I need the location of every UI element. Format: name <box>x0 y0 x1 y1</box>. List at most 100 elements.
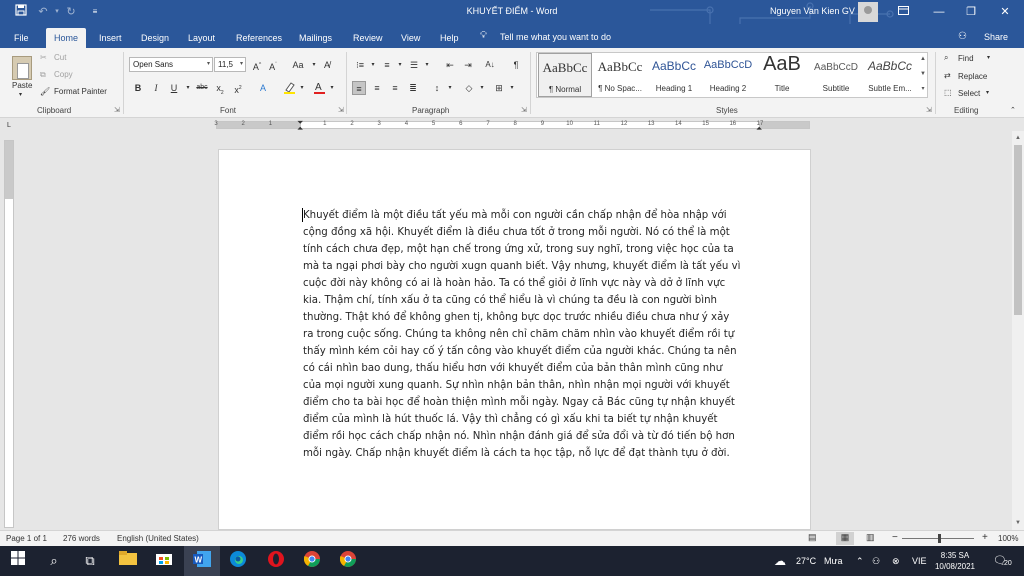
align-right-icon[interactable]: ≡ <box>388 81 402 95</box>
text-effects-icon[interactable]: A <box>256 81 270 95</box>
restore-icon[interactable]: ❐ <box>956 3 986 21</box>
right-indent-marker[interactable]: ⏶ <box>756 124 762 134</box>
change-case-icon[interactable]: Aa <box>289 58 307 72</box>
decrease-indent-icon[interactable]: ⇤ <box>443 58 457 72</box>
web-layout-icon[interactable]: ▥ <box>866 532 875 543</box>
increase-indent-icon[interactable]: ⇥ <box>461 58 475 72</box>
document-page[interactable]: Khuyết điểm là một điều tất yếu mà mỗi c… <box>218 149 811 530</box>
paste-icon[interactable] <box>12 56 32 80</box>
vertical-ruler[interactable] <box>4 140 14 528</box>
tab-view[interactable]: View <box>401 28 420 48</box>
font-launcher-icon[interactable]: ⇲ <box>338 106 344 114</box>
document-line[interactable]: điểm cho ta bài học để hoàn thiện mình m… <box>303 394 761 411</box>
lightbulb-icon[interactable]: 💡︎ <box>480 30 487 41</box>
find-button[interactable]: Find <box>958 54 974 63</box>
network-icon[interactable]: ⚇ <box>872 556 880 567</box>
task-view-icon[interactable]: ⧉ <box>80 551 100 571</box>
document-line[interactable]: ra trong cuộc sống. Chúng ta không nên c… <box>303 326 761 343</box>
align-center-icon[interactable]: ≡ <box>370 81 384 95</box>
system-clock[interactable]: 8:35 SA 10/08/2021 <box>930 550 980 572</box>
format-painter-button[interactable]: Format Painter <box>54 87 107 96</box>
tab-help[interactable]: Help <box>440 28 459 48</box>
document-line[interactable]: của mọi người xung quanh. Sự nhìn nhận b… <box>303 377 761 394</box>
show-formatting-marks-icon[interactable]: ¶ <box>509 58 523 72</box>
close-icon[interactable]: ✕ <box>990 3 1020 21</box>
read-mode-icon[interactable]: ▤ <box>808 532 817 543</box>
tell-me-search[interactable]: Tell me what you want to do <box>500 32 611 42</box>
style-heading-2[interactable]: AaBbCcD Heading 2 <box>701 53 755 97</box>
style-heading-1[interactable]: AaBbCc Heading 1 <box>647 53 701 97</box>
zoom-slider-thumb[interactable] <box>938 534 941 543</box>
font-color-icon[interactable]: A <box>312 81 326 95</box>
numbering-icon[interactable]: ≡ <box>380 58 394 72</box>
document-line[interactable]: cuộc đời này không có ai là hoàn hảo. Ta… <box>303 275 761 292</box>
change-case-dropdown-icon[interactable]: ▾ <box>307 58 321 72</box>
document-line[interactable]: thấy mình kém cỏi hay cố ý tấn công vào … <box>303 343 761 360</box>
select-dropdown-icon[interactable]: ▾ <box>986 89 989 96</box>
chevron-down-icon[interactable]: ▼ <box>918 67 928 82</box>
document-line[interactable]: mà ta ngại phơi bày cho người xugn quanh… <box>303 258 761 275</box>
tab-mailings[interactable]: Mailings <box>299 28 332 48</box>
style-subtitle[interactable]: AaBbCcD Subtitle <box>809 53 863 97</box>
weather-description[interactable]: Mưa <box>824 556 843 566</box>
copy-button[interactable]: Copy <box>54 70 73 79</box>
align-left-icon[interactable]: ≡ <box>352 81 366 95</box>
highlight-icon[interactable] <box>282 81 296 95</box>
weather-icon[interactable]: ☁ <box>770 551 790 571</box>
select-button[interactable]: Select <box>958 89 980 98</box>
word-count[interactable]: 276 words <box>63 534 100 543</box>
share-button[interactable]: Share <box>984 32 1008 42</box>
tab-layout[interactable]: Layout <box>188 28 215 48</box>
document-line[interactable]: thường. Thật khó để không ghen tị, không… <box>303 309 761 326</box>
clipboard-launcher-icon[interactable]: ⇲ <box>114 106 120 114</box>
opera-icon[interactable] <box>266 551 286 571</box>
superscript-icon[interactable]: x2 <box>231 81 245 95</box>
language-indicator[interactable]: English (United States) <box>117 534 199 543</box>
line-spacing-icon[interactable]: ↕ <box>430 81 444 95</box>
tab-review[interactable]: Review <box>353 28 383 48</box>
tab-references[interactable]: References <box>236 28 282 48</box>
shading-icon[interactable]: ◇ <box>462 81 476 95</box>
style-subtle-emphasis[interactable]: AaBbCc Subtle Em... <box>863 53 917 97</box>
show-hidden-icons-icon[interactable]: ⌃ <box>856 556 864 567</box>
numbering-dropdown-icon[interactable]: ▾ <box>393 58 407 72</box>
document-line[interactable]: có cái nhìn bao dung, thấu hiểu hơn với … <box>303 360 761 377</box>
paste-dropdown-icon[interactable]: ▾ <box>19 91 22 98</box>
chrome-icon[interactable] <box>302 551 322 571</box>
highlight-dropdown-icon[interactable]: ▾ <box>295 81 309 95</box>
zoom-level[interactable]: 100% <box>998 534 1018 543</box>
borders-icon[interactable]: ⊞ <box>492 81 506 95</box>
document-line[interactable]: điểm rồi học cách chấp nhận nó. Nhìn nhậ… <box>303 428 761 445</box>
scroll-down-icon[interactable]: ▼ <box>1012 518 1024 528</box>
page-count[interactable]: Page 1 of 1 <box>6 534 47 543</box>
document-line[interactable]: kia. Thậm chí, tính xấu ở ta cũng có thể… <box>303 292 761 309</box>
chevron-up-icon[interactable]: ▲ <box>918 52 928 67</box>
justify-icon[interactable]: ≣ <box>406 81 420 95</box>
replace-button[interactable]: Replace <box>958 72 987 81</box>
find-dropdown-icon[interactable]: ▾ <box>987 54 990 61</box>
font-size-box[interactable]: 11,5 ▾ <box>214 57 246 72</box>
style-title[interactable]: AaB Title <box>755 53 809 97</box>
strikethrough-icon[interactable]: abc <box>195 81 209 95</box>
input-language[interactable]: VIE <box>912 556 927 566</box>
tab-home[interactable]: Home <box>46 28 87 48</box>
style-normal[interactable]: AaBbCc ¶ Normal <box>538 53 592 97</box>
zoom-out-icon[interactable]: − <box>892 532 898 543</box>
chrome-icon[interactable] <box>338 551 358 571</box>
search-icon[interactable]: ⌕ <box>44 551 64 571</box>
document-body[interactable]: Khuyết điểm là một điều tất yếu mà mỗi c… <box>303 207 761 462</box>
word-icon[interactable]: W <box>192 551 212 571</box>
user-name[interactable]: Nguyen Van Kien GV <box>770 6 855 16</box>
bullets-icon[interactable]: ⁝≡ <box>353 58 367 72</box>
document-line[interactable]: Khuyết điểm là một điều tất yếu mà mỗi c… <box>303 207 761 224</box>
cut-button[interactable]: Cut <box>54 53 66 62</box>
edge-icon[interactable] <box>228 551 248 571</box>
subscript-icon[interactable]: x2 <box>213 81 227 96</box>
store-icon[interactable] <box>154 551 174 571</box>
multilevel-dropdown-icon[interactable]: ▾ <box>420 58 434 72</box>
document-line[interactable]: cộng đồng xã hội. Khuyết điểm là điều ch… <box>303 224 761 241</box>
sort-icon[interactable]: A↓ <box>483 58 497 72</box>
line-spacing-dropdown-icon[interactable]: ▾ <box>443 81 457 95</box>
volume-icon[interactable]: ⊗ <box>892 556 900 567</box>
windows-start-icon[interactable] <box>8 551 28 571</box>
